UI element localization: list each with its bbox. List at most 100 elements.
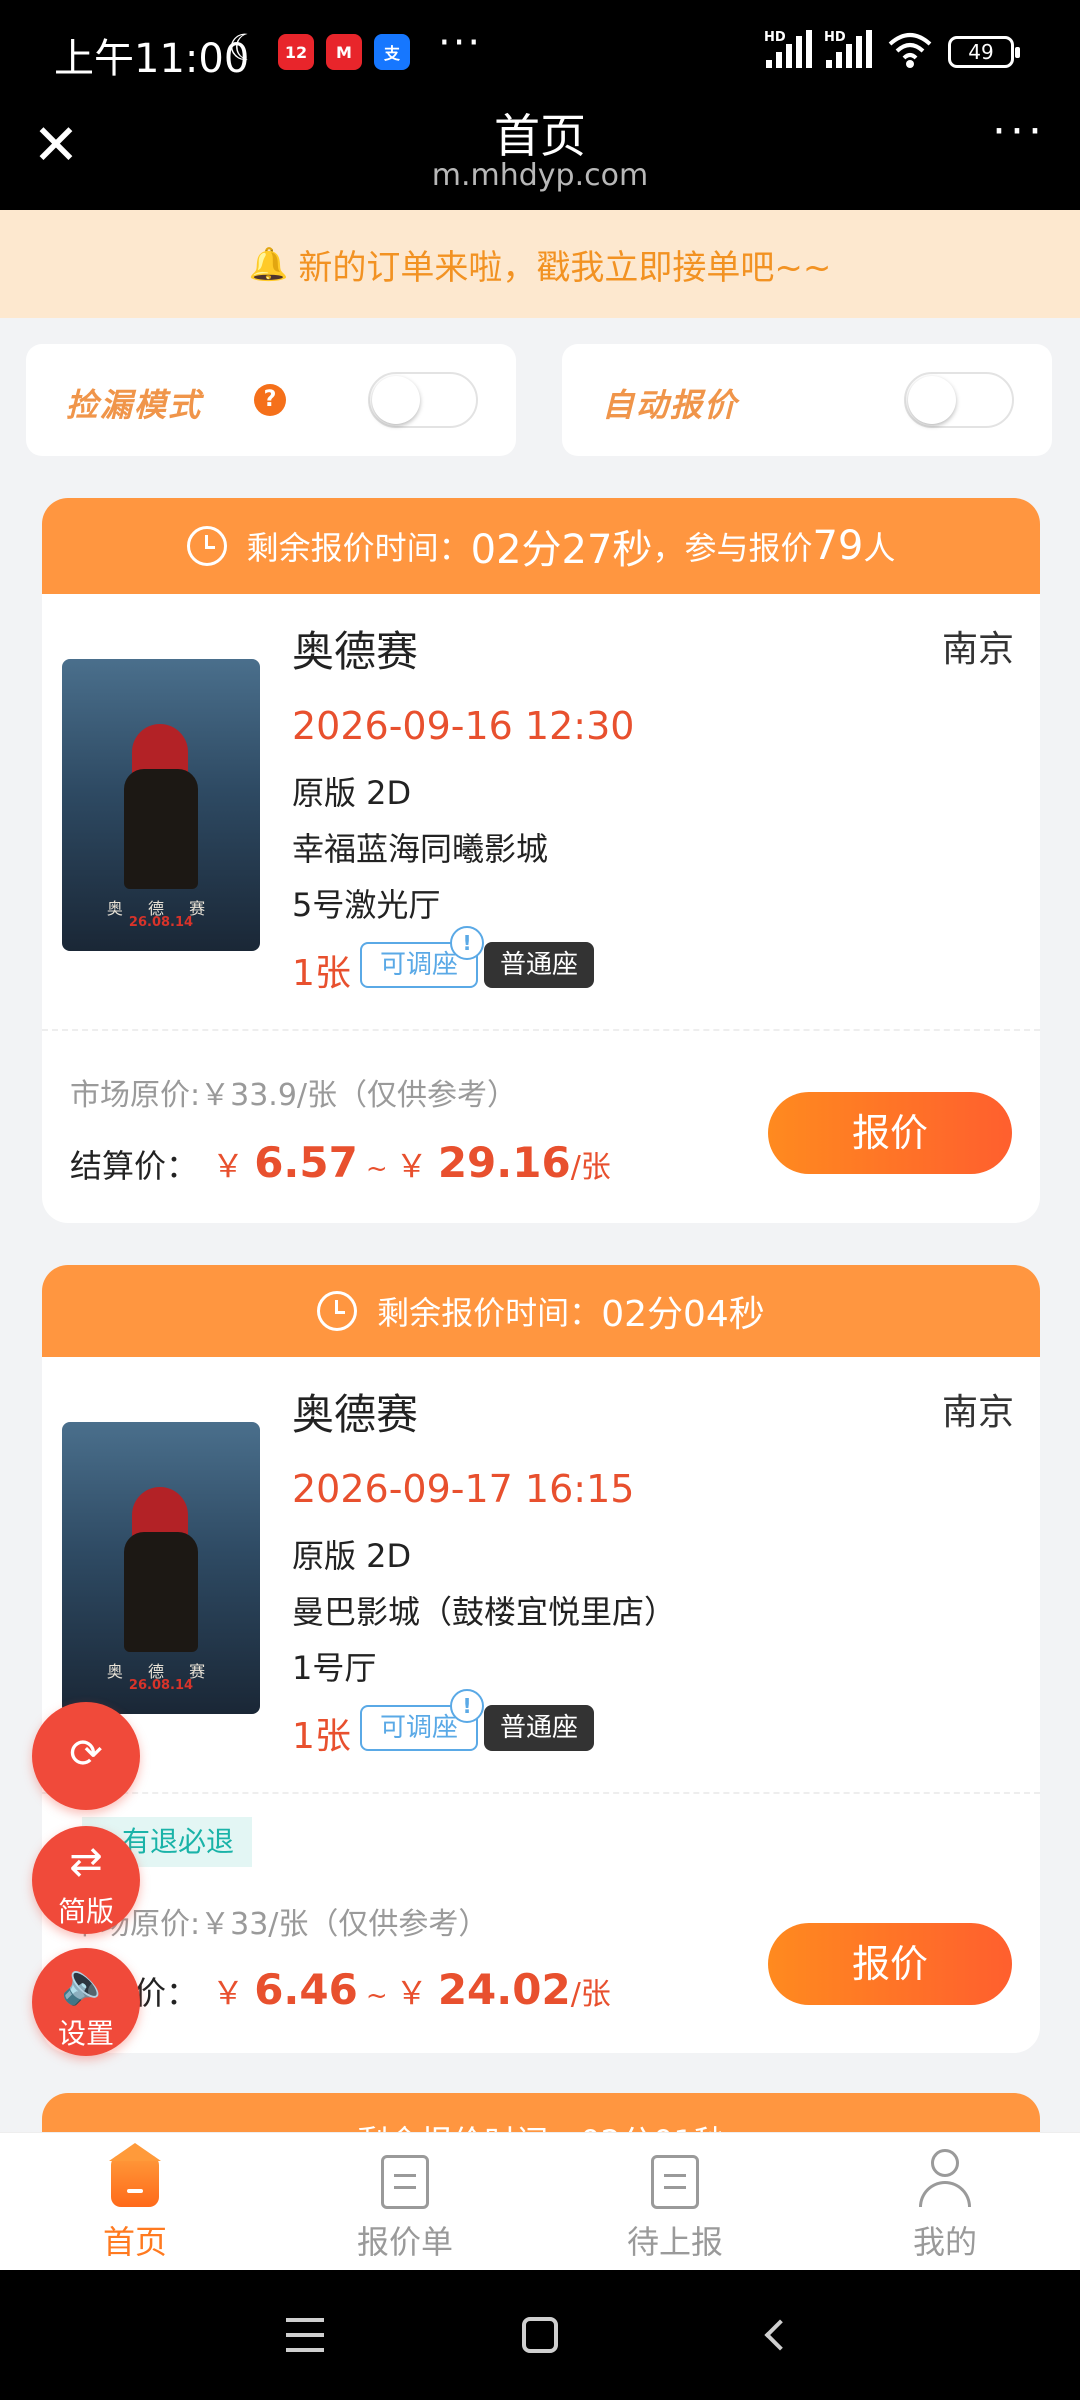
- user-icon: [917, 2149, 973, 2209]
- participants-count: 79: [812, 523, 864, 569]
- notice-text: 新的订单来啦，戳我立即接单吧~~: [298, 247, 832, 288]
- bottom-tab-bar: 首页 报价单 待上报 我的: [0, 2132, 1080, 2270]
- page-title: 首页: [494, 109, 586, 163]
- movie-poster[interactable]: 奥 德 赛 26.08.14: [62, 659, 260, 951]
- tab-label: 我的: [912, 2223, 977, 2261]
- auto-quote-toggle[interactable]: [904, 372, 1014, 428]
- alert-icon[interactable]: !: [450, 926, 484, 960]
- divider: [42, 1792, 1040, 1794]
- more-menu-icon[interactable]: ···: [992, 106, 1046, 157]
- order-timer-bar: 剩余报价时间： 02分27秒 ，参与报价 79 人: [42, 498, 1040, 594]
- show-datetime: 2026-09-16 12:30: [292, 704, 635, 748]
- poster-figure: [124, 769, 198, 889]
- alert-icon[interactable]: !: [450, 1689, 484, 1723]
- cinema-name: 曼巴影城（鼓楼宜悦里店）: [292, 1593, 677, 1631]
- order-details: 奥 德 赛 26.08.14 奥德赛 南京 2026-09-17 16:15 原…: [42, 1357, 1040, 1792]
- new-order-notice[interactable]: 🔔 新的订单来啦，戳我立即接单吧~~: [0, 210, 1080, 318]
- tab-home[interactable]: 首页: [0, 2133, 270, 2271]
- battery-level: 49: [968, 40, 994, 64]
- clock-icon: [317, 1291, 358, 1331]
- hall-name: 1号厅: [292, 1649, 377, 1687]
- price-unit: /张: [570, 1150, 611, 1185]
- cinema-name: 幸福蓝海同曦影城: [292, 830, 549, 868]
- currency: ￥: [212, 1974, 245, 2012]
- page-url: m.mhdyp.com: [431, 158, 649, 193]
- bargain-mode-card: 捡漏模式 ?: [26, 344, 516, 456]
- bell-icon: 🔔: [248, 245, 289, 283]
- system-nav-bar: [0, 2270, 1080, 2400]
- tab-pending[interactable]: 待上报: [540, 2133, 810, 2271]
- order-card: 剩余报价时间： 02分27秒 ，参与报价 79 人 奥 德 赛 26.08.14…: [42, 498, 1040, 1223]
- help-icon[interactable]: ?: [254, 384, 286, 416]
- document-icon: [381, 2155, 429, 2209]
- order-card: 剩余报价时间： 02分04秒 奥 德 赛 26.08.14 奥德赛 南京 202…: [42, 1265, 1040, 2053]
- tab-label: 待上报: [626, 2223, 723, 2261]
- settlement-price: 结算价：￥ 6.46~￥ 24.02/张: [70, 1965, 611, 2014]
- currency: ￥: [395, 1147, 428, 1185]
- order-timer-bar: 剩余报价时间： 02分04秒: [42, 1265, 1040, 1357]
- settle-label: 结算价：: [70, 1147, 199, 1185]
- timer-value: 02分27秒: [470, 527, 653, 573]
- price-min: 6.46: [254, 1965, 358, 2014]
- bargain-mode-toggle[interactable]: [368, 372, 478, 428]
- ticket-count: 1张: [292, 1716, 351, 1757]
- menu-icon: [286, 2318, 324, 2352]
- ticket-count: 1张: [292, 953, 351, 994]
- price-unit: /张: [570, 1977, 611, 2012]
- price-min: 6.57: [254, 1138, 358, 1187]
- quote-button[interactable]: 报价: [768, 1092, 1012, 1174]
- swap-icon: ⇄: [69, 1839, 103, 1885]
- toggle-knob: [372, 376, 420, 424]
- movie-version: 原版 2D: [292, 774, 412, 812]
- movie-poster[interactable]: 奥 德 赛 26.08.14: [62, 1422, 260, 1714]
- poster-date: 26.08.14: [128, 915, 194, 930]
- toggle-knob: [908, 376, 956, 424]
- poster-figure: [124, 1532, 198, 1652]
- refresh-button[interactable]: ⟳: [32, 1702, 140, 1810]
- alipay-icon: 支: [374, 34, 410, 70]
- timer-label: 剩余报价时间：: [246, 529, 471, 567]
- settings-button[interactable]: 🔈 设置: [32, 1948, 140, 2056]
- tab-label: 报价单: [356, 2223, 453, 2261]
- home-icon: [109, 2143, 161, 2207]
- seat-type-tag: 普通座: [484, 942, 595, 988]
- movie-version: 原版 2D: [292, 1537, 412, 1575]
- recent-apps-button[interactable]: [270, 2300, 340, 2370]
- moon-icon: ☾: [228, 28, 261, 69]
- app-m-icon: M: [326, 34, 362, 70]
- tab-label: 首页: [102, 2223, 167, 2261]
- more-notifications-icon: ···: [438, 20, 483, 66]
- tab-quotes[interactable]: 报价单: [270, 2133, 540, 2271]
- status-bar: 上午11:00 ☾ 12 M 支 ··· HD HD 49: [0, 0, 1080, 100]
- home-button[interactable]: [505, 2300, 575, 2370]
- show-datetime: 2026-09-17 16:15: [292, 1467, 635, 1511]
- status-time: 上午11:00: [54, 36, 250, 82]
- back-button[interactable]: [740, 2300, 810, 2370]
- web-header: ✕ 首页 m.mhdyp.com ···: [0, 100, 1080, 210]
- poster-date: 26.08.14: [128, 1678, 194, 1693]
- currency: ￥: [395, 1974, 428, 2012]
- auto-quote-card: 自动报价: [562, 344, 1052, 456]
- price-max: 24.02: [437, 1965, 571, 2014]
- quote-button[interactable]: 报价: [768, 1923, 1012, 2005]
- movie-title: 奥德赛: [292, 627, 419, 676]
- city: 南京: [941, 1392, 1014, 1433]
- participants-prefix: ，参与报价: [652, 529, 813, 567]
- back-icon: [764, 2319, 796, 2351]
- simple-mode-label: 简版: [57, 1895, 114, 1928]
- bargain-mode-label: 捡漏模式: [66, 386, 203, 424]
- app-12306-icon: 12: [278, 34, 314, 70]
- order-details: 奥 德 赛 26.08.14 奥德赛 南京 2026-09-16 12:30 原…: [42, 594, 1040, 1029]
- user-icon-head: [931, 2149, 959, 2177]
- tab-profile[interactable]: 我的: [810, 2133, 1080, 2271]
- seat-type-tag: 普通座: [484, 1705, 595, 1751]
- participants-suffix: 人: [863, 529, 896, 567]
- hall-name: 5号激光厅: [292, 886, 441, 924]
- speaker-icon: 🔈: [61, 1961, 111, 2007]
- timer-value: 02分04秒: [601, 1294, 765, 1335]
- city: 南京: [941, 629, 1014, 670]
- tilde: ~: [365, 1981, 388, 2011]
- settings-label: 设置: [57, 2017, 114, 2050]
- simple-mode-button[interactable]: ⇄ 简版: [32, 1826, 140, 1934]
- timer-label: 剩余报价时间：: [377, 1294, 602, 1332]
